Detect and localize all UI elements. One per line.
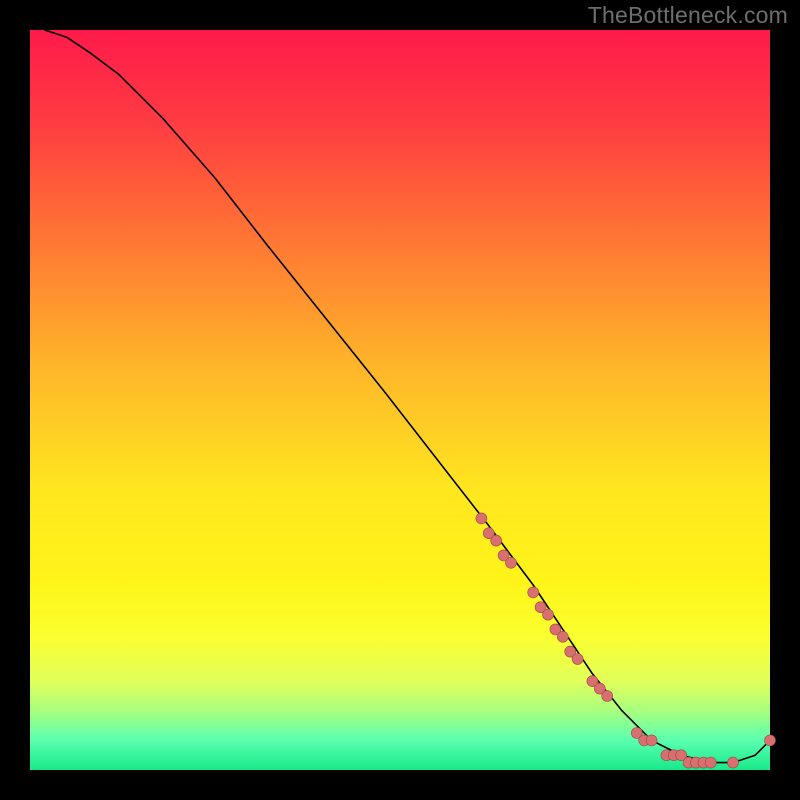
data-point [543,609,554,620]
watermark-text: TheBottleneck.com [588,2,788,29]
data-point [476,513,487,524]
data-point [491,535,502,546]
data-point [528,587,539,598]
data-point [646,735,657,746]
chart-svg [30,30,770,770]
plot-area [30,30,770,770]
chart-frame: TheBottleneck.com [0,0,800,800]
data-point [572,654,583,665]
data-point [728,757,739,768]
data-point [602,691,613,702]
data-point [506,557,517,568]
bottleneck-curve [45,30,770,763]
data-point [765,735,776,746]
data-point [705,757,716,768]
scatter-group [476,513,776,768]
data-point [557,631,568,642]
